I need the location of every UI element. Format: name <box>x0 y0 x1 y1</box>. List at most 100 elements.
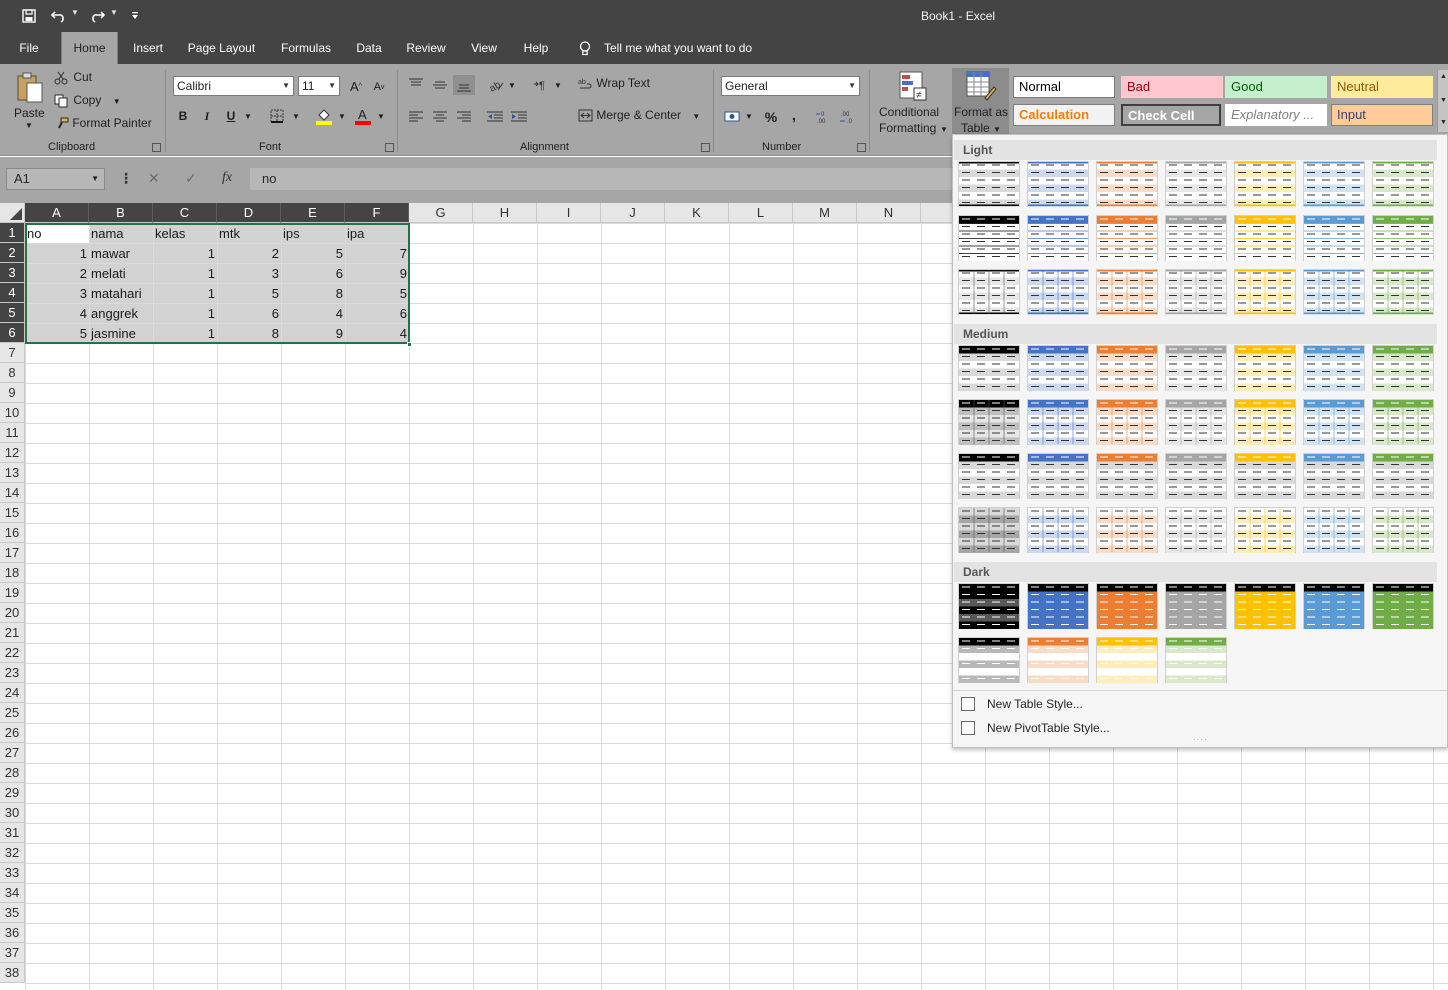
orientation-dropdown-icon[interactable]: ▼ <box>508 81 516 90</box>
name-box[interactable]: A1 ▼ <box>6 168 105 190</box>
table-style-light1-2[interactable] <box>1027 161 1089 207</box>
alignment-launcher-icon[interactable] <box>701 143 710 152</box>
cell-e5[interactable]: 4 <box>281 304 345 324</box>
table-style-med3-3[interactable] <box>1096 453 1158 499</box>
column-header-l[interactable]: L <box>729 203 793 223</box>
middle-align-icon[interactable] <box>429 75 451 95</box>
row-header-37[interactable]: 37 <box>0 943 25 963</box>
table-style-med1-2[interactable] <box>1027 345 1089 391</box>
cell-b4[interactable]: matahari <box>89 284 153 304</box>
tab-data[interactable]: Data <box>350 32 388 64</box>
cell-d6[interactable]: 8 <box>217 324 281 344</box>
table-style-med3-7[interactable] <box>1372 453 1434 499</box>
row-header-26[interactable]: 26 <box>0 723 25 743</box>
cut-button[interactable]: Cut <box>54 70 92 88</box>
table-style-med1-3[interactable] <box>1096 345 1158 391</box>
shrink-font-button[interactable]: Av <box>368 77 390 97</box>
row-header-36[interactable]: 36 <box>0 923 25 943</box>
cell-e3[interactable]: 6 <box>281 264 345 284</box>
bottom-align-icon[interactable] <box>453 75 475 95</box>
row-header-18[interactable]: 18 <box>0 563 25 583</box>
row-header-15[interactable]: 15 <box>0 503 25 523</box>
top-align-icon[interactable] <box>405 75 427 95</box>
row-header-31[interactable]: 31 <box>0 823 25 843</box>
row-header-19[interactable]: 19 <box>0 583 25 603</box>
table-style-light3-5[interactable] <box>1234 269 1296 315</box>
align-right-icon[interactable] <box>453 107 475 127</box>
formula-bar-options-icon[interactable]: ⋮ <box>119 170 133 187</box>
styles-scrollbar[interactable]: ▲ ▼ ▼ <box>1437 70 1448 132</box>
text-direction-dropdown-icon[interactable]: ▼ <box>554 81 562 90</box>
borders-dropdown-icon[interactable]: ▼ <box>292 112 300 121</box>
cell-a5[interactable]: 4 <box>25 304 89 324</box>
table-style-med4-7[interactable] <box>1372 507 1434 553</box>
table-style-light2-1[interactable] <box>958 215 1020 261</box>
column-header-b[interactable]: B <box>89 203 153 223</box>
table-style-light1-3[interactable] <box>1096 161 1158 207</box>
table-style-light2-6[interactable] <box>1303 215 1365 261</box>
table-style-dark1-4[interactable] <box>1165 583 1227 629</box>
cell-style-0[interactable]: Normal <box>1013 76 1115 98</box>
cell-c3[interactable]: 1 <box>153 264 217 284</box>
cell-d2[interactable]: 2 <box>217 244 281 264</box>
table-style-med2-4[interactable] <box>1165 399 1227 445</box>
table-style-dark2-2[interactable] <box>1027 637 1089 683</box>
save-icon[interactable] <box>18 6 40 26</box>
cancel-icon[interactable]: ✕ <box>148 170 160 187</box>
table-style-light2-4[interactable] <box>1165 215 1227 261</box>
number-launcher-icon[interactable] <box>857 143 866 152</box>
table-style-dark2-3[interactable] <box>1096 637 1158 683</box>
align-center-icon[interactable] <box>429 107 451 127</box>
table-style-med3-4[interactable] <box>1165 453 1227 499</box>
row-header-28[interactable]: 28 <box>0 763 25 783</box>
table-style-med1-5[interactable] <box>1234 345 1296 391</box>
cell-a1[interactable]: no <box>25 224 89 244</box>
cell-b3[interactable]: melati <box>89 264 153 284</box>
column-header-h[interactable]: H <box>473 203 537 223</box>
cell-e6[interactable]: 9 <box>281 324 345 344</box>
table-style-light2-3[interactable] <box>1096 215 1158 261</box>
font-name-dropdown-icon[interactable]: ▼ <box>282 77 290 95</box>
customize-qat-icon[interactable] <box>124 6 146 26</box>
copy-dropdown-icon[interactable]: ▼ <box>113 97 121 106</box>
table-style-dark1-1[interactable] <box>958 583 1020 629</box>
column-header-m[interactable]: M <box>793 203 857 223</box>
table-style-med2-6[interactable] <box>1303 399 1365 445</box>
cell-b6[interactable]: jasmine <box>89 324 153 344</box>
table-style-dark2-4[interactable] <box>1165 637 1227 683</box>
tab-page-layout[interactable]: Page Layout <box>183 32 260 64</box>
table-style-med3-2[interactable] <box>1027 453 1089 499</box>
orientation-icon[interactable]: ab <box>485 75 507 95</box>
table-style-med3-1[interactable] <box>958 453 1020 499</box>
cell-e1[interactable]: ips <box>281 224 345 244</box>
row-header-27[interactable]: 27 <box>0 743 25 763</box>
undo-dropdown-icon[interactable]: ▼ <box>71 8 79 17</box>
cell-c5[interactable]: 1 <box>153 304 217 324</box>
row-header-5[interactable]: 5 <box>0 303 25 323</box>
table-style-med2-1[interactable] <box>958 399 1020 445</box>
cell-c2[interactable]: 1 <box>153 244 217 264</box>
table-style-dark1-7[interactable] <box>1372 583 1434 629</box>
table-style-med1-4[interactable] <box>1165 345 1227 391</box>
row-header-7[interactable]: 7 <box>0 343 25 363</box>
new-table-style-item[interactable]: New Table Style... <box>957 693 1257 715</box>
row-header-9[interactable]: 9 <box>0 383 25 403</box>
table-style-light2-2[interactable] <box>1027 215 1089 261</box>
row-header-3[interactable]: 3 <box>0 263 25 283</box>
table-style-med2-3[interactable] <box>1096 399 1158 445</box>
row-header-25[interactable]: 25 <box>0 703 25 723</box>
table-style-light3-4[interactable] <box>1165 269 1227 315</box>
cell-a4[interactable]: 3 <box>25 284 89 304</box>
table-style-med2-5[interactable] <box>1234 399 1296 445</box>
tab-review[interactable]: Review <box>401 32 451 64</box>
row-header-23[interactable]: 23 <box>0 663 25 683</box>
cell-b1[interactable]: nama <box>89 224 153 244</box>
row-header-22[interactable]: 22 <box>0 643 25 663</box>
resize-grip-icon[interactable]: ···· <box>1193 735 1208 744</box>
cell-f3[interactable]: 9 <box>345 264 409 284</box>
row-header-33[interactable]: 33 <box>0 863 25 883</box>
table-style-light3-6[interactable] <box>1303 269 1365 315</box>
align-left-icon[interactable] <box>405 107 427 127</box>
paste-button[interactable]: Paste ▼ <box>12 70 46 132</box>
decrease-decimal-icon[interactable]: .00.0 <box>837 107 859 127</box>
